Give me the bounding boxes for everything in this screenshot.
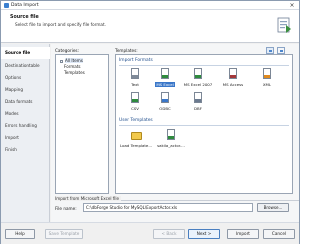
format-tile-ms-excel-2007[interactable]: MS Excel 2007 (180, 68, 216, 88)
app-icon (4, 3, 9, 8)
page-title: Source file (10, 15, 39, 20)
nav-item-modes[interactable]: Modes (1, 108, 50, 120)
format-tile-odbc[interactable]: ODBC (150, 92, 180, 112)
format-tile-ms-access[interactable]: MS Access (218, 68, 248, 88)
nav-item-destination-table[interactable]: Destinationtable (1, 60, 50, 72)
xml-file-icon (262, 68, 273, 81)
template-tile-sakila-actor[interactable]: sakila_actor.... (154, 129, 188, 149)
format-tile-dbf[interactable]: DBF (183, 92, 213, 112)
text-file-icon (130, 68, 141, 81)
format-tile-csv[interactable]: CSV (120, 92, 150, 112)
title-bar: Data Import × (1, 1, 299, 10)
nav-item-finish[interactable]: Finish (1, 144, 50, 156)
data-import-icon (277, 17, 291, 33)
tree-item-formats[interactable]: Formats (64, 64, 81, 69)
odbc-icon (160, 92, 171, 105)
nav-item-source-file[interactable]: Source file (1, 47, 50, 59)
wizard-footer: Help Save Template < Back Next > Import … (1, 222, 299, 244)
back-button[interactable]: < Back (153, 229, 185, 239)
file-name-label: File name: (55, 206, 77, 211)
group-divider (119, 65, 289, 66)
dbf-file-icon (193, 92, 204, 105)
template-file-icon (166, 129, 177, 142)
import-formats-group-title: Import Formats (119, 58, 153, 63)
group-divider (119, 125, 289, 126)
nav-item-import[interactable]: Import (1, 132, 50, 144)
browse-button[interactable]: Browse... (257, 203, 289, 212)
data-import-window: Data Import × Source file Select file to… (0, 0, 300, 244)
templates-list[interactable]: Import Formats Text MS Excel MS Excel 20… (115, 54, 293, 194)
cancel-button[interactable]: Cancel (263, 229, 295, 239)
folder-icon (130, 129, 142, 142)
nav-item-options[interactable]: Options (1, 72, 50, 84)
templates-label: Templates: (115, 48, 138, 53)
nav-item-data-formats[interactable]: Data formats (1, 96, 50, 108)
help-button[interactable]: Help (5, 229, 35, 239)
import-button[interactable]: Import (227, 229, 259, 239)
list-view-button[interactable] (277, 47, 285, 54)
save-template-button[interactable]: Save Template (45, 229, 83, 239)
format-tile-ms-excel[interactable]: MS Excel (150, 68, 180, 88)
nav-item-errors-handling[interactable]: Errors handling (1, 120, 50, 132)
close-button[interactable]: × (288, 2, 296, 9)
tree-item-templates[interactable]: Templates (64, 70, 85, 75)
page-subtitle: Select file to import and specify file f… (15, 22, 106, 27)
import-from-caption: Import from Microsoft Excel file (55, 196, 122, 201)
tree-item-all-items[interactable]: All Items (60, 58, 83, 63)
excel-2007-file-icon (193, 68, 204, 81)
user-templates-group-title: User Templates (119, 118, 153, 123)
wizard-nav: Source file Destinationtable Options Map… (1, 44, 50, 222)
csv-file-icon (130, 92, 141, 105)
large-icons-view-button[interactable] (266, 47, 274, 54)
nav-item-mapping[interactable]: Mapping (1, 84, 50, 96)
categories-tree[interactable]: All Items Formats Templates (55, 54, 109, 194)
tree-node-icon (60, 59, 63, 63)
wizard-header: Source file Select file to import and sp… (1, 10, 299, 43)
categories-label: Categories: (55, 48, 79, 53)
file-name-input[interactable]: C:\dbForge Studio for MySQL\ExportActor.… (83, 203, 253, 212)
excel-file-icon (160, 68, 171, 81)
next-button[interactable]: Next > (188, 229, 220, 239)
format-tile-text[interactable]: Text (120, 68, 150, 88)
template-tile-load-template[interactable]: Load Template... (120, 129, 152, 149)
format-tile-xml[interactable]: XML (252, 68, 282, 88)
access-file-icon (228, 68, 239, 81)
window-title: Data Import (11, 2, 39, 8)
